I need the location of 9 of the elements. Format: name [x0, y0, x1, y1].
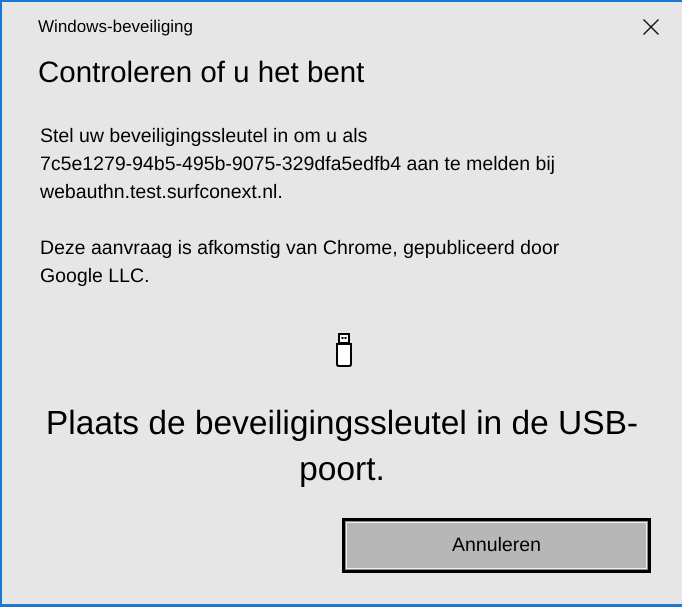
message-text: Stel uw beveiligingssleutel in om u als 7c5e1279-94b5-495b-9075-329dfa5edfb4 aan te melden bij webauthn.test.surfconext.nl.: [40, 124, 555, 205]
usb-key-icon: [334, 333, 352, 367]
cancel-button[interactable]: Annuleren: [342, 518, 651, 573]
window-title: Windows-beveiliging: [38, 16, 193, 38]
close-icon: [643, 19, 659, 35]
close-button[interactable]: [643, 19, 659, 35]
message-text: Deze aanvraag is afkomstig van Chrome, gepubliceerd door Google LLC.: [40, 236, 560, 289]
dialog-heading: Controleren of u het bent: [38, 55, 364, 91]
instruction-text: Plaats de beveiligingssleutel in de USB-poort.: [44, 404, 640, 490]
